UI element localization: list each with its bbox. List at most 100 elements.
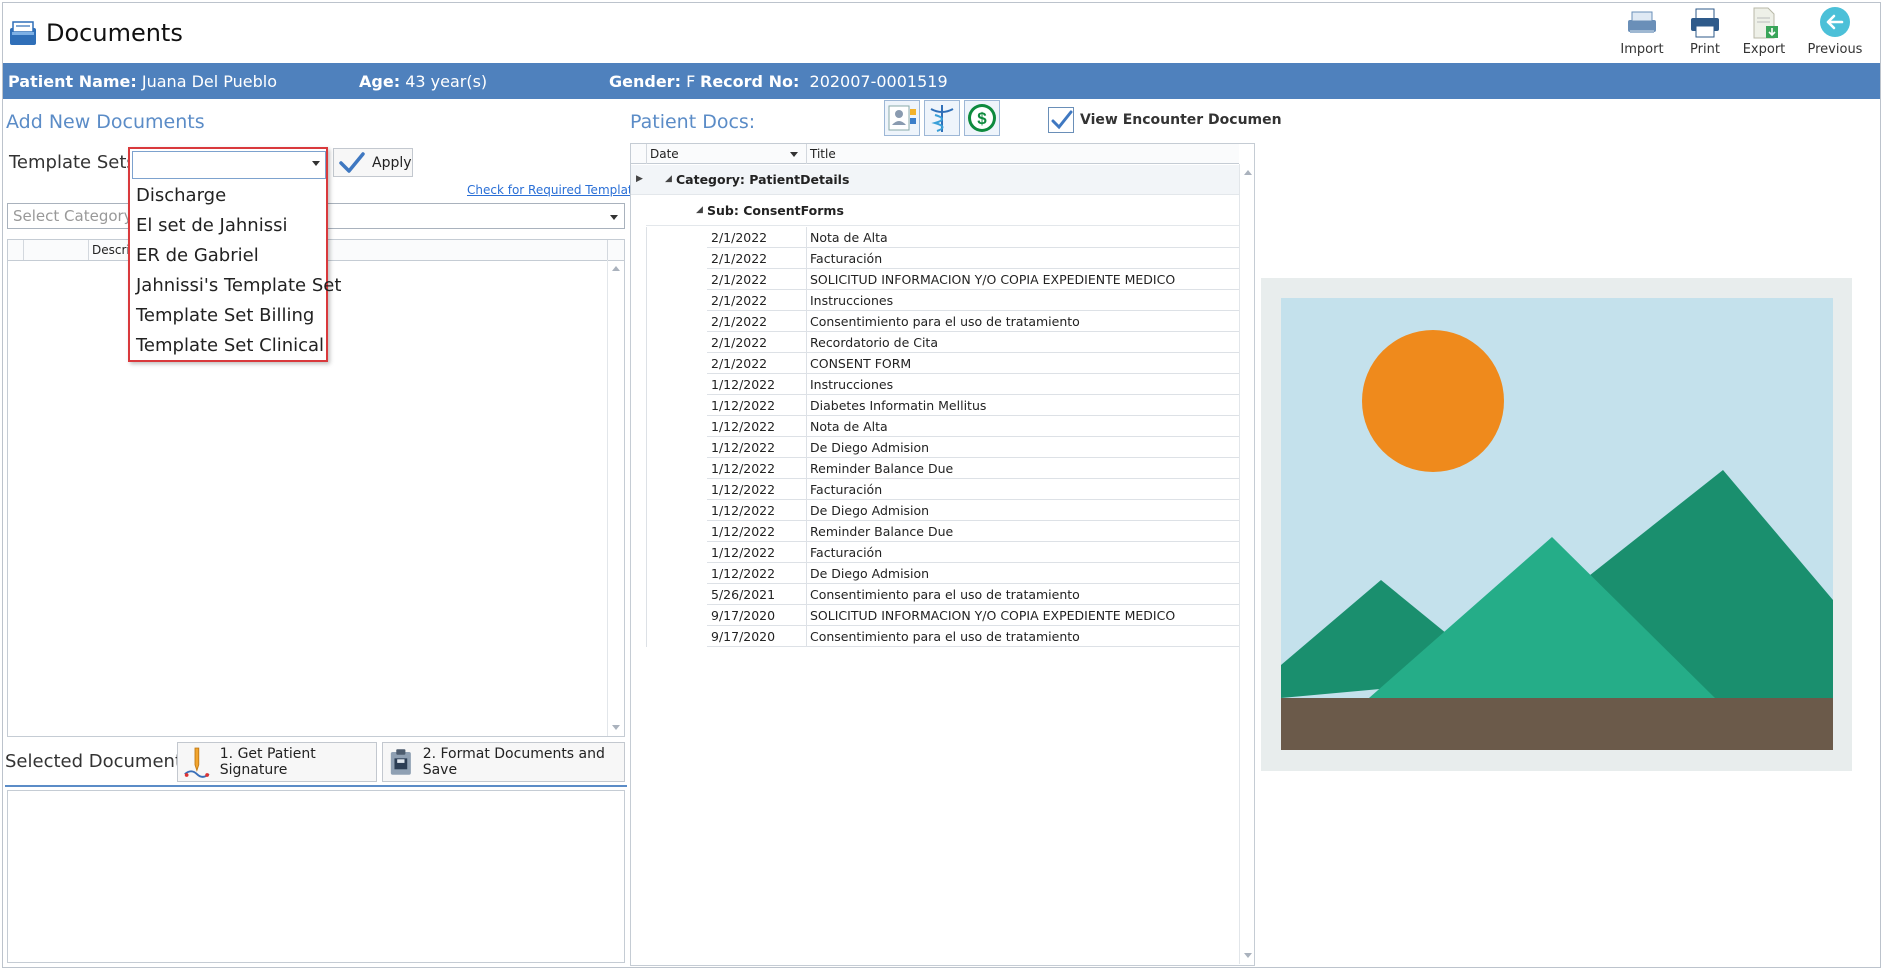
demographics-filter-button[interactable] — [884, 100, 920, 136]
table-row[interactable]: 1/12/2022 Instrucciones — [707, 374, 1239, 395]
subcategory-group-row[interactable]: ◢ Sub: ConsentForms — [646, 196, 1239, 226]
row-title: Nota de Alta — [810, 419, 888, 434]
date-column-header[interactable]: Date — [650, 147, 679, 161]
row-date: 1/12/2022 — [711, 482, 776, 497]
template-option-el-set-de-jahnissi[interactable]: El set de Jahnissi — [136, 215, 287, 236]
row-date: 1/12/2022 — [711, 545, 776, 560]
table-row[interactable]: 1/12/2022 Facturación — [707, 479, 1239, 500]
templates-grid-scrollbar[interactable] — [607, 260, 624, 736]
preview-ground — [1281, 698, 1833, 750]
format-documents-save-button[interactable]: 2. Format Documents and Save — [382, 742, 625, 782]
print-button[interactable]: Print — [1673, 6, 1737, 62]
row-title: Diabetes Informatin Mellitus — [810, 398, 987, 413]
table-row[interactable]: 2/1/2022 Consentimiento para el uso de tr… — [707, 311, 1239, 332]
row-date: 1/12/2022 — [711, 398, 776, 413]
import-button[interactable]: Import — [1610, 6, 1674, 62]
row-title: SOLICITUD INFORMACION Y/O COPIA EXPEDIEN… — [810, 272, 1176, 287]
apply-label: Apply — [372, 154, 412, 171]
format-documents-save-label: 2. Format Documents and Save — [422, 746, 605, 778]
clinical-filter-button[interactable] — [924, 100, 960, 136]
patient-docs-scrollbar[interactable] — [1239, 164, 1254, 964]
table-row[interactable]: 9/17/2020 Consentimiento para el uso de t… — [707, 626, 1239, 647]
export-button[interactable]: Export — [1732, 6, 1796, 62]
sort-arrow-icon — [790, 152, 798, 157]
collapse-triangle-icon[interactable]: ◢ — [665, 174, 672, 184]
row-title: Consentimiento para el uso de tratamient… — [810, 314, 1080, 329]
back-arrow-icon — [1820, 7, 1850, 37]
checkmark-icon — [339, 151, 365, 173]
row-title: Nota de Alta — [810, 230, 888, 245]
print-label: Print — [1690, 42, 1720, 57]
svg-text:$: $ — [977, 109, 987, 128]
template-option-template-set-clinical[interactable]: Template Set Clinical — [136, 335, 324, 356]
app-title-text: Documents — [46, 19, 183, 47]
check-required-templates-link[interactable]: Check for Required Templates — [467, 183, 646, 197]
category-label: Category: PatientDetails — [676, 172, 850, 187]
view-encounter-checkbox[interactable] — [1048, 107, 1074, 133]
apply-button[interactable]: Apply — [333, 148, 413, 177]
patient-docs-header: Date Title — [631, 144, 1239, 164]
table-row[interactable]: 1/12/2022 Reminder Balance Due — [707, 521, 1239, 542]
row-title: De Diego Admision — [810, 440, 930, 455]
row-date: 1/12/2022 — [711, 566, 776, 581]
table-row[interactable]: 2/1/2022 Nota de Alta — [707, 227, 1239, 248]
patient-name: Patient Name: Juana Del Pueblo — [8, 72, 278, 91]
export-icon — [1753, 7, 1778, 39]
app-title: Documents — [8, 18, 183, 48]
row-date: 1/12/2022 — [711, 524, 776, 539]
subcategory-label: Sub: ConsentForms — [707, 203, 844, 218]
signature-pen-icon — [184, 747, 210, 778]
selected-documents-list[interactable] — [7, 790, 625, 963]
collapse-triangle-icon[interactable]: ◢ — [696, 205, 703, 215]
table-row[interactable]: 2/1/2022 Facturación — [707, 248, 1239, 269]
row-title: Facturación — [810, 251, 883, 266]
template-option-discharge[interactable]: Discharge — [136, 185, 226, 206]
row-title: De Diego Admision — [810, 503, 930, 518]
row-date: 2/1/2022 — [711, 314, 768, 329]
table-row[interactable]: 1/12/2022 Nota de Alta — [707, 416, 1239, 437]
table-row[interactable]: 2/1/2022 Recordatorio de Cita — [707, 332, 1239, 353]
select-category-placeholder: Select Category — [13, 207, 133, 225]
table-row[interactable]: 1/12/2022 Diabetes Informatin Mellitus — [707, 395, 1239, 416]
caduceus-icon — [930, 105, 954, 132]
chevron-down-icon — [312, 161, 320, 166]
document-preview — [1261, 278, 1852, 771]
table-row[interactable]: 2/1/2022 Instrucciones — [707, 290, 1239, 311]
table-row[interactable]: 1/12/2022 Facturación — [707, 542, 1239, 563]
printer-icon — [1691, 8, 1719, 38]
row-title: CONSENT FORM — [810, 356, 912, 371]
table-row[interactable]: 1/12/2022 De Diego Admision — [707, 563, 1239, 584]
patient-gender: Gender: F — [609, 72, 696, 91]
row-date: 1/12/2022 — [711, 503, 776, 518]
title-column-header[interactable]: Title — [810, 147, 836, 161]
preview-sun — [1362, 330, 1504, 472]
get-patient-signature-button[interactable]: 1. Get Patient Signature — [177, 742, 377, 782]
image-placeholder-icon — [1281, 298, 1833, 750]
template-option-er-de-gabriel[interactable]: ER de Gabriel — [136, 245, 259, 266]
row-date: 2/1/2022 — [711, 293, 768, 308]
add-new-documents-heading: Add New Documents — [6, 111, 205, 133]
table-row[interactable]: 1/12/2022 De Diego Admision — [707, 437, 1239, 458]
table-row[interactable]: 5/26/2021 Consentimiento para el uso de t… — [707, 584, 1239, 605]
row-title: Instrucciones — [810, 377, 894, 392]
category-group-row[interactable]: ▶ ◢ Category: PatientDetails — [631, 165, 1239, 195]
patient-info-bar: Patient Name: Juana Del Pueblo Age: 43 y… — [3, 63, 1880, 99]
row-title: Consentimiento para el uso de tratamient… — [810, 629, 1080, 644]
table-row[interactable]: 9/17/2020 SOLICITUD INFORMACION Y/O COPIA… — [707, 605, 1239, 626]
get-patient-signature-label: 1. Get Patient Signature — [219, 746, 316, 778]
selected-divider — [5, 785, 627, 787]
table-row[interactable]: 2/1/2022 SOLICITUD INFORMACION Y/O COPIA … — [707, 269, 1239, 290]
row-date: 5/26/2021 — [711, 587, 776, 602]
table-row[interactable]: 2/1/2022 CONSENT FORM — [707, 353, 1239, 374]
template-sets-dropdown-input[interactable] — [132, 151, 326, 179]
billing-filter-button[interactable]: $ — [964, 100, 1000, 136]
template-option-jahnissis-template-set[interactable]: Jahnissi's Template Set — [136, 275, 341, 296]
template-sets-dropdown: Discharge El set de Jahnissi ER de Gabri… — [128, 147, 341, 362]
row-date: 9/17/2020 — [711, 608, 776, 623]
previous-button[interactable]: Previous — [1803, 6, 1867, 62]
template-option-template-set-billing[interactable]: Template Set Billing — [136, 305, 314, 326]
table-row[interactable]: 1/12/2022 De Diego Admision — [707, 500, 1239, 521]
patient-record: Record No: 202007-0001519 — [700, 72, 948, 91]
table-row[interactable]: 1/12/2022 Reminder Balance Due — [707, 458, 1239, 479]
row-title: De Diego Admision — [810, 566, 930, 581]
